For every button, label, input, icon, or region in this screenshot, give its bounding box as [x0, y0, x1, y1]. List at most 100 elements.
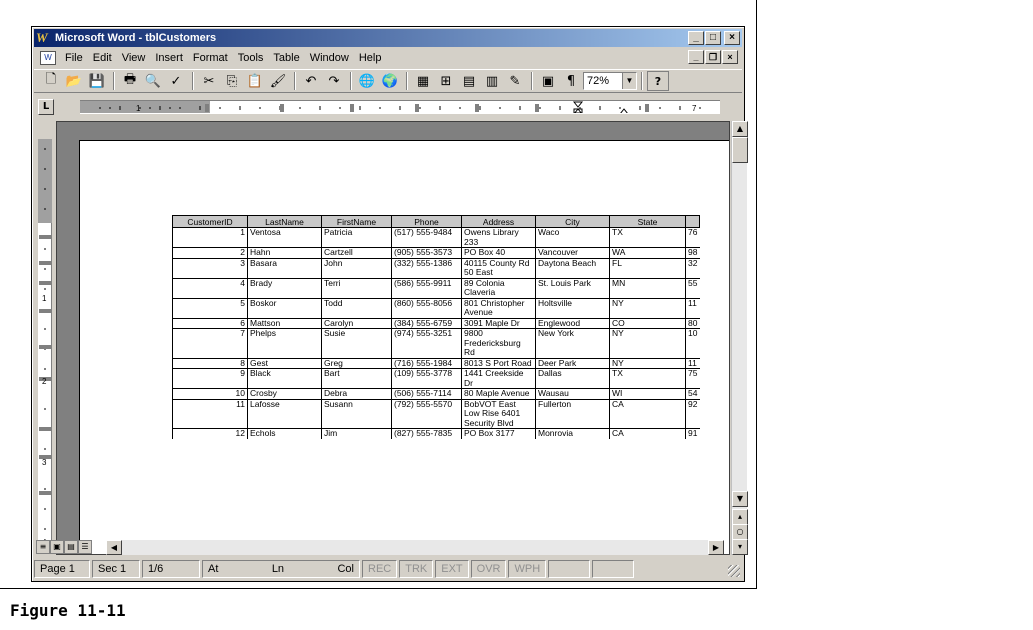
scroll-thumb[interactable]	[732, 137, 748, 163]
table-cell[interactable]: Debra	[321, 388, 392, 399]
table-cell[interactable]: Basara	[247, 257, 322, 278]
table-cell[interactable]: 91	[685, 428, 700, 439]
document-page[interactable]: CustomerID LastName FirstName Phone Addr…	[79, 140, 729, 554]
table-cell[interactable]: (517) 555-9484	[391, 227, 462, 248]
table-cell[interactable]: MN	[609, 277, 686, 298]
table-cell[interactable]: 55	[685, 277, 700, 298]
new-document-icon[interactable]: 🗋	[40, 71, 62, 91]
table-cell[interactable]: 7	[172, 328, 248, 358]
status-ovr[interactable]: OVR	[470, 560, 507, 578]
zoom-select[interactable]: 72% ▼	[583, 72, 637, 90]
table-cell[interactable]: Fullerton	[535, 398, 610, 429]
maximize-button[interactable]: □	[705, 31, 721, 45]
previous-page-icon[interactable]: ▴	[732, 509, 748, 525]
table-row[interactable]: 7 Phelps Susie (974) 555-3251 9800 Frederick…	[172, 328, 700, 358]
column-header[interactable]: CustomerID	[172, 215, 248, 228]
horizontal-ruler[interactable]: 17	[80, 100, 720, 114]
scroll-up-icon[interactable]: ▲	[732, 121, 748, 137]
outline-view-icon[interactable]: ☰	[78, 540, 92, 554]
table-cell[interactable]: Patricia	[321, 227, 392, 248]
print-icon[interactable]: 🖶	[119, 71, 141, 91]
table-cell[interactable]: John	[321, 257, 392, 278]
table-cell[interactable]: (792) 555-5570	[391, 398, 462, 429]
document-map-icon[interactable]: ▣	[537, 71, 559, 91]
column-header[interactable]: City	[535, 215, 610, 228]
status-rec[interactable]: REC	[362, 560, 398, 578]
table-cell[interactable]: 9800 Fredericksburg Rd	[461, 328, 536, 358]
scroll-down-icon[interactable]: ▼	[732, 491, 748, 507]
menu-format[interactable]: Format	[188, 52, 233, 64]
table-cell[interactable]: Cartzell	[321, 247, 392, 258]
column-header[interactable]: Phone	[391, 215, 462, 228]
table-cell[interactable]: (109) 555-3778	[391, 368, 462, 389]
table-cell[interactable]: Carolyn	[321, 317, 392, 329]
table-cell[interactable]: Susie	[321, 328, 392, 358]
status-trk[interactable]: TRK	[399, 560, 434, 578]
table-cell[interactable]: 80 Maple Avenue	[461, 388, 536, 399]
print-preview-icon[interactable]: 🔍	[142, 71, 164, 91]
normal-view-icon[interactable]: ≡	[36, 540, 50, 554]
table-cell[interactable]: 5	[172, 297, 248, 318]
undo-icon[interactable]: ↶	[300, 71, 322, 91]
table-row[interactable]: 6 Mattson Carolyn (384) 555-6759 3091 Maple …	[172, 317, 700, 329]
table-cell[interactable]: WI	[609, 388, 686, 399]
insert-hyperlink-icon[interactable]: 🌐	[356, 71, 378, 91]
table-cell[interactable]: 10	[685, 328, 700, 358]
insert-excel-icon[interactable]: ▤	[458, 71, 480, 91]
table-cell[interactable]: Deer Park	[535, 357, 610, 369]
table-cell[interactable]: (716) 555-1984	[391, 357, 462, 369]
table-cell[interactable]: New York	[535, 328, 610, 358]
table-cell[interactable]: 8013 S Port Road	[461, 357, 536, 369]
table-row[interactable]: 9 Black Bart (109) 555-3778 1441 Creekside D…	[172, 368, 700, 389]
table-cell[interactable]: Susann	[321, 398, 392, 429]
table-cell[interactable]: St. Louis Park	[535, 277, 610, 298]
table-cell[interactable]: 801 Christopher Avenue	[461, 297, 536, 318]
table-cell[interactable]: NY	[609, 357, 686, 369]
table-cell[interactable]: 9	[172, 368, 248, 389]
status-wph[interactable]: WPH	[508, 560, 547, 578]
resize-grip-icon[interactable]	[728, 565, 740, 577]
table-cell[interactable]: Boskor	[247, 297, 322, 318]
scroll-right-icon[interactable]: ▶	[708, 540, 724, 555]
menu-edit[interactable]: Edit	[88, 52, 117, 64]
table-cell[interactable]: (586) 555-9911	[391, 277, 462, 298]
table-cell[interactable]: Black	[247, 368, 322, 389]
help-icon[interactable]: ?	[647, 71, 669, 91]
table-cell[interactable]: 11	[685, 297, 700, 318]
table-cell[interactable]: 1441 Creekside Dr	[461, 368, 536, 389]
table-cell[interactable]: 75	[685, 368, 700, 389]
table-cell[interactable]: Ventosa	[247, 227, 322, 248]
table-cell[interactable]: (384) 555-6759	[391, 317, 462, 329]
menu-table[interactable]: Table	[268, 52, 304, 64]
table-cell[interactable]: 92	[685, 398, 700, 429]
table-cell[interactable]: Hahn	[247, 247, 322, 258]
web-toolbar-icon[interactable]: 🌍	[379, 71, 401, 91]
table-cell[interactable]: Vancouver	[535, 247, 610, 258]
table-cell[interactable]: WA	[609, 247, 686, 258]
table-cell[interactable]: TX	[609, 227, 686, 248]
menu-file[interactable]: File	[60, 52, 88, 64]
doc-close-button[interactable]: ×	[722, 50, 738, 64]
save-icon[interactable]: 💾	[86, 71, 108, 91]
document-control-icon[interactable]: W	[40, 51, 56, 65]
table-cell[interactable]: 6	[172, 317, 248, 329]
table-cell[interactable]: (905) 555-3573	[391, 247, 462, 258]
table-cell[interactable]: TX	[609, 368, 686, 389]
table-cell[interactable]: 54	[685, 388, 700, 399]
select-browse-object-icon[interactable]: ○	[732, 524, 748, 540]
table-cell[interactable]: Holtsville	[535, 297, 610, 318]
insert-table-icon[interactable]: ⊞	[435, 71, 457, 91]
format-painter-icon[interactable]: 🖌	[267, 71, 289, 91]
table-cell[interactable]: (974) 555-3251	[391, 328, 462, 358]
table-cell[interactable]: CA	[609, 398, 686, 429]
status-ext[interactable]: EXT	[435, 560, 469, 578]
columns-icon[interactable]: ▥	[481, 71, 503, 91]
redo-icon[interactable]: ↷	[323, 71, 345, 91]
menu-insert[interactable]: Insert	[150, 52, 188, 64]
cut-icon[interactable]: ✂	[198, 71, 220, 91]
table-cell[interactable]: Monrovia	[535, 428, 610, 439]
table-cell[interactable]: PO Box 40	[461, 247, 536, 258]
table-cell[interactable]: (332) 555-1386	[391, 257, 462, 278]
table-cell[interactable]: PO Box 3177	[461, 428, 536, 439]
menu-help[interactable]: Help	[354, 52, 387, 64]
